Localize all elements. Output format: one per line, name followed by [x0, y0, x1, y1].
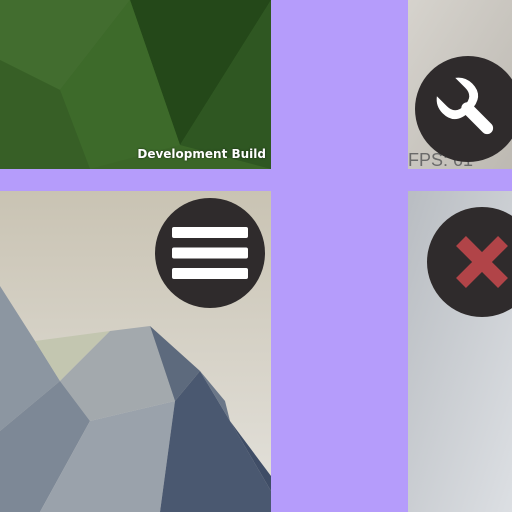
wrench-icon	[436, 77, 494, 135]
close-x-icon	[456, 236, 508, 288]
hamburger-menu-icon	[172, 227, 248, 279]
green-scene-panel: Development Build	[0, 0, 271, 169]
menu-button[interactable]	[155, 198, 265, 308]
green-lowpoly-background	[0, 0, 271, 169]
settings-button[interactable]	[415, 56, 512, 162]
development-build-label: Development Build	[137, 147, 266, 161]
